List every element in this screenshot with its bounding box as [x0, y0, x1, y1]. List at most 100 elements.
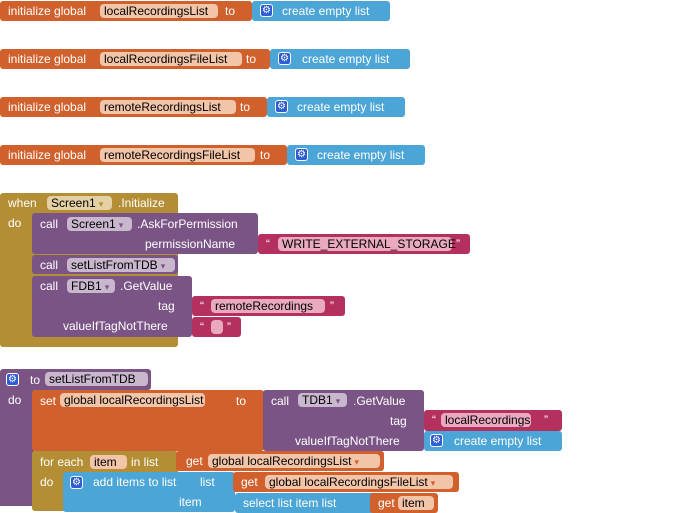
label: do	[40, 475, 54, 489]
text-field[interactable]: WRITE_EXTERNAL_STORAGE	[278, 237, 456, 251]
gear-icon[interactable]: ⚙	[260, 4, 273, 17]
label: get	[186, 454, 203, 468]
create-empty-list-block[interactable]: ⚙ create empty list	[267, 97, 405, 117]
label: ”	[227, 320, 231, 334]
label: call	[271, 394, 290, 408]
component-dropdown[interactable]: TDB1 ▾	[298, 393, 347, 407]
label: in list	[131, 455, 159, 469]
label: call	[40, 217, 59, 231]
create-empty-list-block[interactable]: ⚙ create empty list	[287, 145, 425, 165]
create-empty-list-block[interactable]: ⚙ create empty list	[424, 431, 562, 451]
label: .GetValue	[353, 394, 406, 408]
init-global-block[interactable]: initialize global remoteRecordingsList t…	[0, 97, 267, 117]
label: “	[432, 413, 436, 427]
label: create empty list	[302, 52, 390, 66]
gear-icon[interactable]: ⚙	[278, 52, 291, 65]
variable-dropdown[interactable]: global localRecordingsList ▾	[208, 454, 380, 468]
variable-name-field[interactable]: remoteRecordingsFileList	[100, 148, 255, 162]
label: ”	[330, 299, 334, 313]
label: Screen1	[51, 196, 96, 210]
gear-icon[interactable]: ⚙	[70, 476, 83, 489]
init-global-block[interactable]: initialize global localRecordingsList to	[0, 1, 252, 21]
label: set	[40, 394, 57, 408]
gear-icon[interactable]: ⚙	[6, 373, 19, 386]
label: to	[240, 100, 251, 114]
variable-name-field[interactable]: localRecordingsList	[100, 4, 218, 18]
set-variable-block[interactable]: set global localRecordingsList ▾ to	[32, 390, 264, 451]
dropdown-arrow-icon: ▾	[206, 396, 211, 406]
get-item-block[interactable]: get item	[370, 493, 438, 513]
label: create empty list	[454, 434, 542, 448]
tdb-getvalue-block[interactable]: call TDB1 ▾ .GetValue tag valueIfTagNotTh…	[263, 390, 424, 451]
variable-name-field[interactable]: localRecordingsFileList	[100, 52, 242, 66]
label: when	[8, 196, 37, 210]
loop-variable-field[interactable]: item	[90, 455, 127, 469]
create-empty-list-block[interactable]: ⚙ create empty list	[252, 1, 390, 21]
label: create empty list	[297, 100, 385, 114]
procedure-dropdown[interactable]: setListFromTDB ▾	[67, 258, 175, 272]
label: .Initialize	[118, 196, 165, 210]
get-variable-block[interactable]: get global localRecordingsList ▾	[176, 451, 384, 471]
get-variable-block[interactable]: get global localRecordingsFileList ▾	[233, 472, 459, 492]
add-items-to-list-block[interactable]: ⚙ add items to list list item	[63, 472, 235, 512]
label: call	[40, 258, 59, 272]
label: “	[266, 237, 270, 251]
label: FDB1	[71, 279, 102, 293]
variable-dropdown[interactable]: global localRecordingsFileList ▾	[265, 475, 453, 489]
variable-dropdown[interactable]: global localRecordingsList ▾	[60, 393, 211, 407]
procedure-name-field[interactable]: setListFromTDB	[45, 372, 148, 386]
text-block[interactable]: “ remoteRecordings ”	[192, 296, 345, 316]
text-field[interactable]	[211, 320, 223, 334]
procedure-body: do	[0, 386, 34, 506]
component-dropdown[interactable]: Screen1 ▾	[47, 196, 112, 210]
label: get	[378, 496, 395, 510]
label: “	[200, 299, 204, 313]
component-dropdown[interactable]: Screen1 ▾	[67, 217, 132, 231]
label: ”	[544, 413, 548, 427]
fdb-getvalue-block[interactable]: call FDB1 ▾ .GetValue tag valueIfTagNotTh…	[32, 276, 192, 337]
dropdown-arrow-icon: ▾	[430, 478, 436, 488]
label: tag	[390, 414, 407, 428]
gear-icon[interactable]: ⚙	[430, 434, 443, 447]
label: ”	[456, 237, 460, 251]
label: valueIfTagNotThere	[295, 434, 400, 448]
label: valueIfTagNotThere	[63, 319, 168, 333]
text-field[interactable]: remoteRecordings	[211, 299, 325, 313]
variable-name-field[interactable]: remoteRecordingsList	[100, 100, 236, 114]
label: to	[260, 148, 271, 162]
label: global localRecordingsList	[64, 393, 204, 407]
init-global-block[interactable]: initialize global remoteRecordingsFileLi…	[0, 145, 287, 165]
label: initialize global	[8, 4, 87, 18]
component-dropdown[interactable]: FDB1 ▾	[67, 279, 115, 293]
ask-for-permission-block[interactable]: call Screen1 ▾ .AskForPermission permissi…	[32, 213, 258, 254]
label: call	[40, 279, 59, 293]
label: select list item list	[243, 496, 337, 510]
select-list-item-block[interactable]: select list item list	[235, 493, 375, 513]
dropdown-arrow-icon: ▾	[335, 396, 341, 406]
text-block[interactable]: “ localRecordings ”	[424, 410, 562, 431]
text-field[interactable]: localRecordings	[441, 413, 531, 427]
label: do	[8, 393, 22, 407]
gear-icon[interactable]: ⚙	[275, 100, 288, 113]
variable-dropdown[interactable]: item	[398, 496, 434, 510]
init-global-block[interactable]: initialize global localRecordingsFileLis…	[0, 49, 270, 69]
label: tag	[158, 299, 175, 313]
label: create empty list	[282, 4, 370, 18]
text-block[interactable]: “ WRITE_EXTERNAL_STORAGE ”	[258, 234, 470, 254]
label: .GetValue	[120, 279, 173, 293]
gear-icon[interactable]: ⚙	[295, 148, 308, 161]
label: global localRecordingsFileList	[269, 475, 428, 489]
label: list	[200, 475, 215, 489]
label: get	[241, 475, 258, 489]
dropdown-arrow-icon: ▾	[98, 199, 104, 209]
label: create empty list	[317, 148, 405, 162]
label: to	[246, 52, 257, 66]
text-block[interactable]: “ ”	[192, 317, 241, 337]
dropdown-arrow-icon: ▾	[118, 220, 124, 230]
create-empty-list-block[interactable]: ⚙ create empty list	[270, 49, 410, 69]
label: initialize global	[8, 52, 87, 66]
label: setListFromTDB	[71, 258, 158, 272]
call-procedure-block[interactable]: call setListFromTDB ▾	[32, 255, 178, 274]
label: “	[200, 320, 204, 334]
label: initialize global	[8, 148, 87, 162]
